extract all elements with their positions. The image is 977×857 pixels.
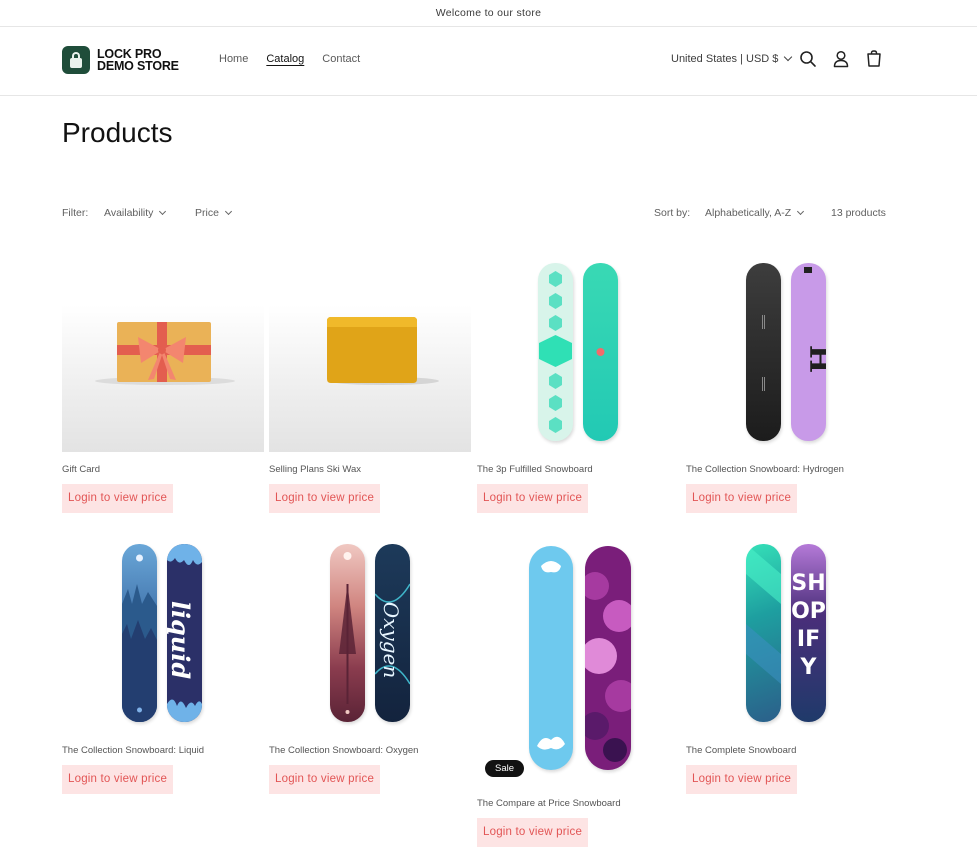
chevron-down-icon: [224, 207, 232, 215]
login-to-view-price-button[interactable]: Login to view price: [269, 765, 381, 794]
product-image-hydrogen-snowboard[interactable]: H: [686, 257, 888, 452]
product-card: The 3p Fulfilled Snowboard Login to view…: [477, 257, 679, 513]
product-card: Oxygen The Collection Snowboard: Oxygen …: [269, 538, 471, 794]
svg-text:OP: OP: [791, 599, 826, 624]
svg-text:Y: Y: [800, 655, 818, 680]
product-card: H The Collection Snowboard: Hydrogen Log…: [686, 257, 888, 513]
board-art-text: liquid: [167, 601, 195, 680]
product-card: Gift Card Login to view price: [62, 305, 264, 513]
availability-filter[interactable]: Availability: [104, 207, 167, 219]
chevron-down-icon: [159, 207, 167, 215]
login-to-view-price-button[interactable]: Login to view price: [62, 765, 174, 794]
product-card: Selling Plans Ski Wax Login to view pric…: [269, 305, 471, 513]
account-icon[interactable]: [831, 49, 851, 69]
cart-icon[interactable]: [864, 49, 884, 69]
facets-bar: Filter: Availability Price Sort by: Alph…: [62, 207, 887, 223]
lock-icon: [62, 46, 90, 74]
price-label: Price: [195, 207, 219, 219]
sort-value: Alphabetically, A-Z: [705, 207, 792, 219]
product-card: liquid The Collection Snowboard: Liquid …: [62, 538, 264, 794]
chevron-down-icon: [797, 207, 805, 215]
product-image-3p-fulfilled-snowboard[interactable]: [477, 257, 679, 452]
product-title[interactable]: The 3p Fulfilled Snowboard: [477, 464, 679, 476]
announcement-text: Welcome to our store: [435, 7, 542, 19]
sale-badge: Sale: [485, 760, 525, 777]
nav-home[interactable]: Home: [219, 53, 248, 65]
product-image-gift-card[interactable]: [62, 305, 264, 452]
page-title: Products: [62, 117, 173, 148]
product-count: 13 products: [831, 207, 886, 219]
site-header: LOCK PRO DEMO STORE Home Catalog Contact…: [0, 27, 977, 96]
logo-text: LOCK PRO DEMO STORE: [97, 47, 179, 73]
price-filter[interactable]: Price: [195, 207, 232, 219]
locale-label: United States | USD $: [671, 53, 779, 65]
product-title[interactable]: The Collection Snowboard: Oxygen: [269, 745, 471, 757]
product-image-oxygen-snowboard[interactable]: Oxygen: [269, 538, 471, 733]
login-to-view-price-button[interactable]: Login to view price: [62, 484, 174, 513]
product-title[interactable]: Gift Card: [62, 464, 264, 476]
announcement-bar: Welcome to our store: [0, 0, 977, 27]
nav-contact[interactable]: Contact: [322, 53, 360, 65]
product-image-liquid-snowboard[interactable]: liquid: [62, 538, 264, 733]
product-image-ski-wax[interactable]: [269, 305, 471, 452]
product-title[interactable]: The Collection Snowboard: Liquid: [62, 745, 264, 757]
product-title[interactable]: The Complete Snowboard: [686, 745, 888, 757]
board-art-text: Oxygen: [379, 602, 403, 679]
store-logo[interactable]: LOCK PRO DEMO STORE: [62, 46, 179, 74]
chevron-down-icon: [784, 52, 793, 62]
availability-label: Availability: [104, 207, 154, 219]
product-image-compare-at-price-snowboard[interactable]: Sale: [477, 538, 679, 786]
login-to-view-price-button[interactable]: Login to view price: [477, 484, 589, 513]
product-card: SH OP IF Y The Complete Snowboard Login …: [686, 538, 888, 794]
sort-label: Sort by:: [654, 207, 691, 219]
product-title[interactable]: The Compare at Price Snowboard: [477, 798, 679, 810]
login-to-view-price-button[interactable]: Login to view price: [477, 818, 589, 847]
sort-select[interactable]: Alphabetically, A-Z: [705, 207, 805, 219]
board-art-text: H: [805, 345, 826, 373]
product-title[interactable]: The Collection Snowboard: Hydrogen: [686, 464, 888, 476]
login-to-view-price-button[interactable]: Login to view price: [269, 484, 381, 513]
main-nav: Home Catalog Contact: [219, 53, 360, 65]
svg-text:IF: IF: [797, 627, 820, 652]
nav-catalog[interactable]: Catalog: [266, 53, 304, 65]
product-image-complete-snowboard[interactable]: SH OP IF Y: [686, 538, 888, 733]
svg-text:SH: SH: [791, 571, 825, 596]
filter-label: Filter:: [62, 207, 89, 219]
search-icon[interactable]: [798, 49, 818, 69]
logo-line-2: DEMO STORE: [97, 59, 179, 73]
product-title[interactable]: Selling Plans Ski Wax: [269, 464, 471, 476]
login-to-view-price-button[interactable]: Login to view price: [686, 484, 798, 513]
product-card: Sale The Compare at Price Snowboard Logi…: [477, 538, 679, 847]
login-to-view-price-button[interactable]: Login to view price: [686, 765, 798, 794]
country-currency-selector[interactable]: United States | USD $: [671, 52, 793, 65]
